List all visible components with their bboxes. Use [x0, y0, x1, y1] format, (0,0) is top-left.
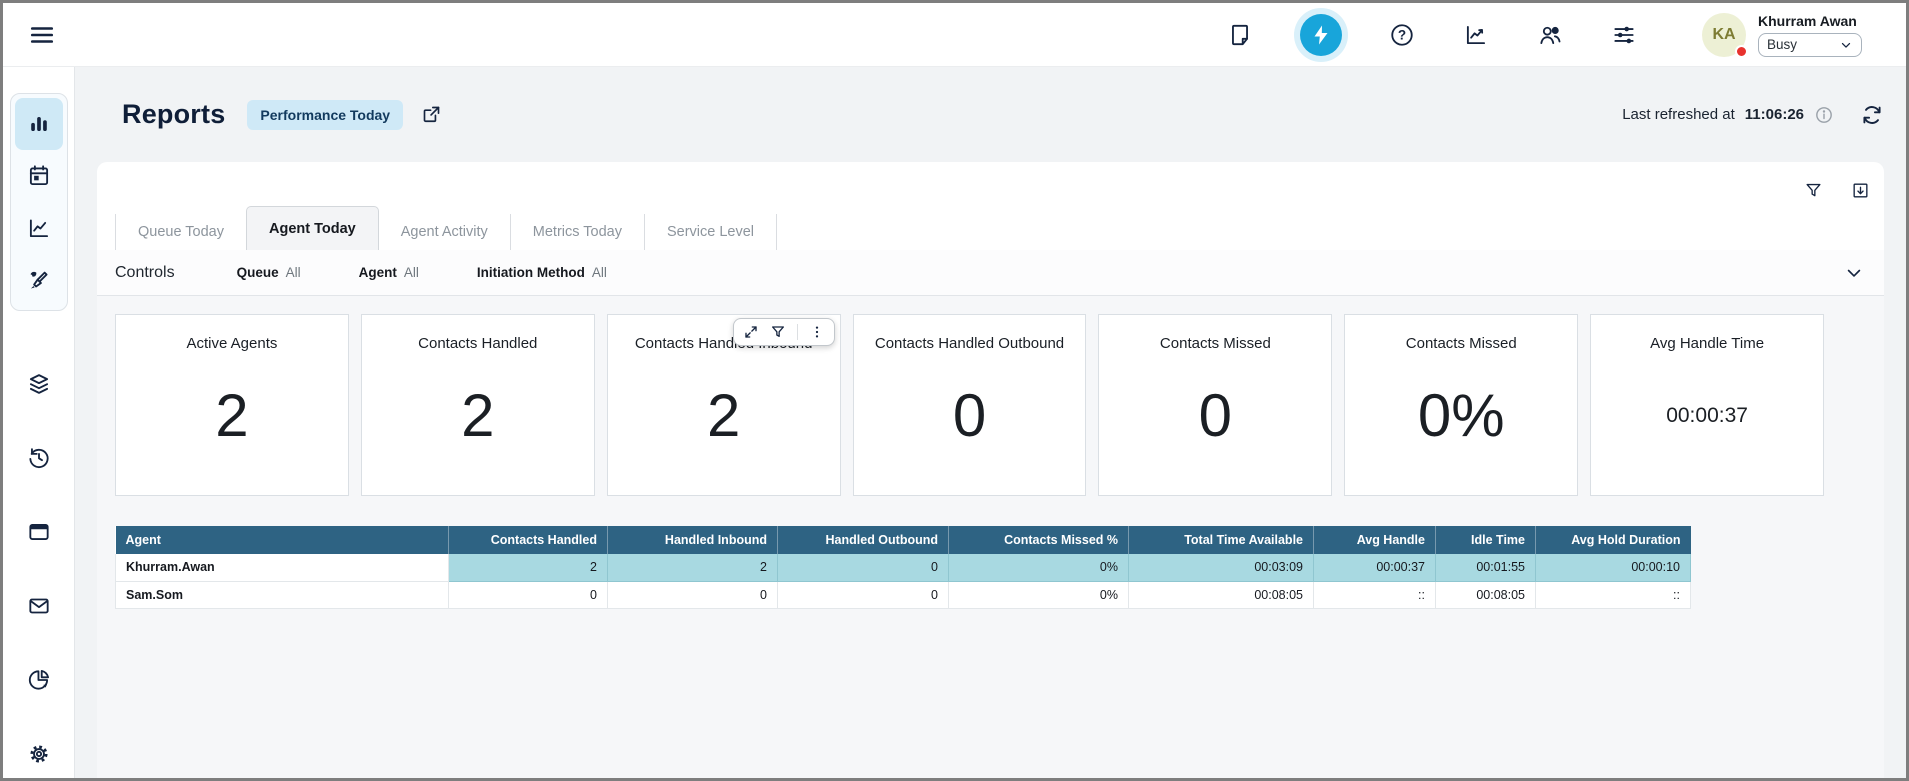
controls-collapse-chevron-icon[interactable]: [1844, 263, 1864, 283]
kpi-active-agents[interactable]: Active Agents 2: [115, 314, 349, 496]
performance-today-badge[interactable]: Performance Today: [247, 100, 403, 130]
sidebar: [3, 67, 75, 778]
status-busy-dot: [1735, 45, 1748, 58]
mail-icon: [26, 593, 52, 619]
last-refreshed-time: 11:06:26: [1745, 106, 1804, 123]
panel-actions: [97, 162, 1884, 206]
status-select-value: Busy: [1767, 37, 1797, 52]
svg-text:?: ?: [1398, 27, 1406, 42]
agents-table: Agent Contacts Handled Handled Inbound H…: [115, 526, 1691, 609]
info-icon[interactable]: [1814, 105, 1834, 125]
app-window: ? KA Khurram Awan Busy: [0, 0, 1909, 781]
sidebar-item-browser[interactable]: [15, 508, 63, 557]
filter-agent[interactable]: Agent All: [359, 265, 419, 280]
avatar-initials: KA: [1712, 26, 1735, 44]
avatar[interactable]: KA: [1702, 13, 1746, 57]
kpi-contacts-missed-pct[interactable]: Contacts Missed 0%: [1344, 314, 1578, 496]
chevron-down-icon: [1839, 38, 1853, 52]
settings-sliders-icon[interactable]: [1610, 21, 1638, 49]
sidebar-item-mail[interactable]: [15, 581, 63, 630]
col-idle-time[interactable]: Idle Time: [1436, 526, 1536, 554]
cell-agent: Sam.Som: [116, 581, 449, 608]
col-avg-hold-duration[interactable]: Avg Hold Duration: [1536, 526, 1691, 554]
kpi-contacts-missed[interactable]: Contacts Missed 0: [1098, 314, 1332, 496]
widget-filter-icon[interactable]: [770, 324, 786, 340]
users-icon[interactable]: [1536, 21, 1564, 49]
table-row: Sam.Som 0 0 0 0% 00:08:05 :: 00:08:05 ::: [116, 581, 1691, 608]
kpi-row: Active Agents 2 Contacts Handled 2 Conta…: [115, 314, 1824, 496]
sidebar-item-settings[interactable]: [15, 729, 63, 778]
widget-toolbar: [733, 318, 835, 346]
kpi-avg-handle-time[interactable]: Avg Handle Time 00:00:37: [1590, 314, 1824, 496]
tab-agent-today[interactable]: Agent Today: [246, 206, 379, 250]
kpi-contacts-handled-inbound[interactable]: Contacts Handled Inbound 2: [607, 314, 841, 496]
line-chart-icon: [26, 215, 52, 241]
col-contacts-missed-pct[interactable]: Contacts Missed %: [949, 526, 1129, 554]
kpi-contacts-handled[interactable]: Contacts Handled 2: [361, 314, 595, 496]
bar-chart-icon: [26, 111, 52, 137]
controls-bar: Controls Queue All Agent All Initiation …: [97, 250, 1884, 296]
table-row: Khurram.Awan 2 2 0 0% 00:03:09 00:00:37 …: [116, 554, 1691, 581]
filter-icon[interactable]: [1804, 181, 1823, 200]
main-area: Reports Performance Today Last refreshed…: [75, 67, 1906, 778]
sidebar-reports-group: [10, 93, 68, 311]
gear-icon: [26, 741, 52, 767]
page-title: Reports: [122, 99, 225, 130]
tab-metrics-today[interactable]: Metrics Today: [510, 214, 644, 250]
tab-service-level[interactable]: Service Level: [644, 214, 777, 250]
controls-title: Controls: [115, 264, 175, 282]
calendar-icon: [26, 163, 52, 189]
external-link-icon[interactable]: [421, 104, 442, 125]
col-total-time-available[interactable]: Total Time Available: [1129, 526, 1314, 554]
sidebar-item-pie-reports[interactable]: [15, 655, 63, 704]
cell-agent: Khurram.Awan: [116, 554, 449, 581]
kpi-contacts-handled-outbound[interactable]: Contacts Handled Outbound 0: [853, 314, 1087, 496]
download-icon[interactable]: [1851, 181, 1870, 200]
col-handled-outbound[interactable]: Handled Outbound: [778, 526, 949, 554]
help-icon[interactable]: ?: [1388, 21, 1416, 49]
browser-window-icon: [26, 519, 52, 545]
sidebar-item-history[interactable]: [15, 434, 63, 483]
metrics-icon[interactable]: [1462, 21, 1490, 49]
notes-icon[interactable]: [1226, 21, 1254, 49]
refresh-icon[interactable]: [1860, 103, 1884, 127]
col-contacts-handled[interactable]: Contacts Handled: [449, 526, 608, 554]
filter-initiation-method[interactable]: Initiation Method All: [477, 265, 607, 280]
sidebar-item-customize[interactable]: [15, 254, 63, 306]
widget-expand-icon[interactable]: [743, 324, 759, 340]
user-block: KA Khurram Awan Busy: [1702, 13, 1862, 57]
sidebar-item-analytics[interactable]: [15, 202, 63, 254]
page-header: Reports Performance Today Last refreshed…: [75, 67, 1906, 162]
col-agent[interactable]: Agent: [116, 526, 449, 554]
paintbrush-icon: [26, 267, 52, 293]
filter-queue[interactable]: Queue All: [237, 265, 301, 280]
quick-connect-lightning-icon[interactable]: [1300, 14, 1342, 56]
toolbar-divider: [797, 324, 798, 340]
tab-queue-today[interactable]: Queue Today: [115, 214, 246, 250]
layers-icon: [26, 371, 52, 397]
widget-kebab-menu-icon[interactable]: [809, 324, 825, 340]
col-handled-inbound[interactable]: Handled Inbound: [608, 526, 778, 554]
topbar: ? KA Khurram Awan Busy: [3, 3, 1906, 67]
hamburger-menu-icon[interactable]: [29, 22, 55, 48]
report-tabs: Queue Today Agent Today Agent Activity M…: [97, 206, 1884, 250]
sidebar-item-layers[interactable]: [15, 360, 63, 409]
user-name: Khurram Awan: [1758, 13, 1862, 29]
last-refreshed-label: Last refreshed at: [1622, 106, 1735, 123]
report-panel: Queue Today Agent Today Agent Activity M…: [97, 162, 1884, 778]
status-select[interactable]: Busy: [1758, 33, 1862, 57]
col-avg-handle[interactable]: Avg Handle: [1314, 526, 1436, 554]
sidebar-item-dashboards[interactable]: [15, 98, 63, 150]
sidebar-item-schedule[interactable]: [15, 150, 63, 202]
topbar-actions: ? KA Khurram Awan Busy: [1226, 13, 1862, 57]
pie-chart-icon: [26, 667, 52, 693]
table-header-row: Agent Contacts Handled Handled Inbound H…: [116, 526, 1691, 554]
panel-body: Active Agents 2 Contacts Handled 2 Conta…: [97, 296, 1884, 778]
history-clock-icon: [26, 445, 52, 471]
tab-agent-activity[interactable]: Agent Activity: [379, 214, 510, 250]
